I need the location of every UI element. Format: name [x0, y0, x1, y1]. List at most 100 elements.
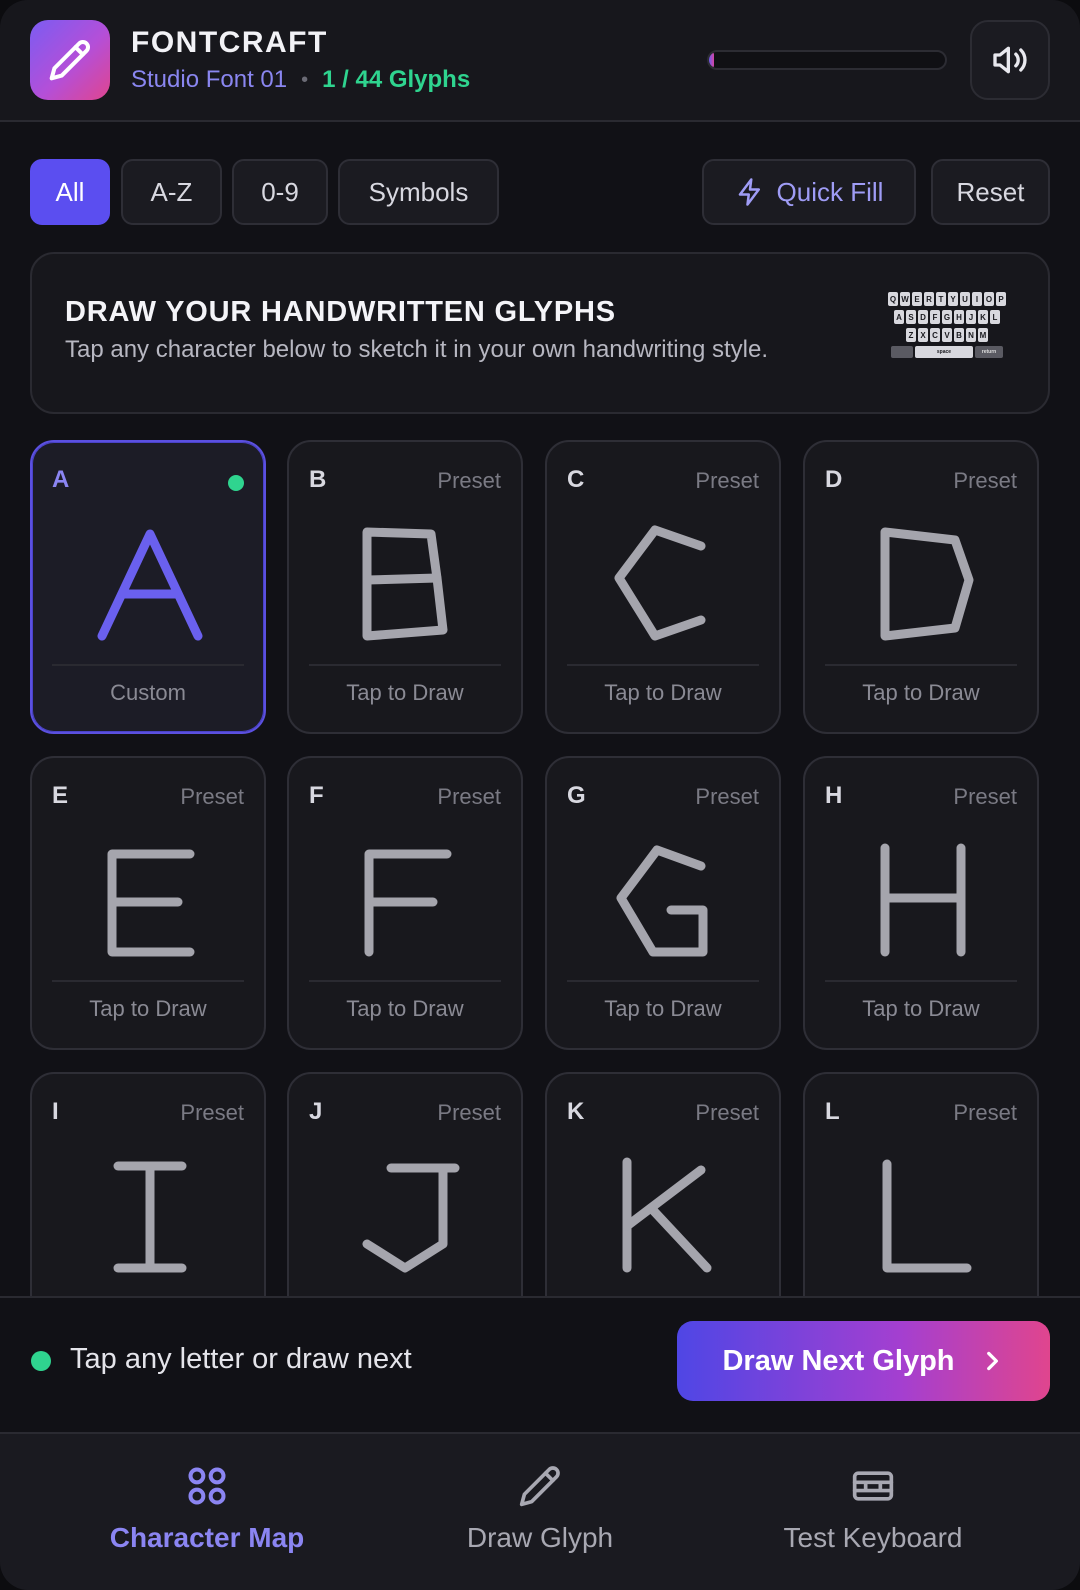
card-divider	[309, 980, 501, 982]
lightning-icon	[738, 178, 760, 206]
glyph-preview	[882, 1159, 972, 1273]
glyph-char-label: L	[825, 1098, 840, 1125]
filter-all[interactable]: All	[30, 159, 110, 225]
nav-draw-glyph[interactable]: Draw Glyph	[390, 1464, 690, 1554]
glyph-status: Preset	[695, 784, 759, 809]
draw-next-glyph-label: Draw Next Glyph	[722, 1344, 955, 1377]
glyph-card-footer: Tap to Draw	[862, 996, 980, 1021]
keyboard-key: C	[930, 328, 940, 342]
font-name[interactable]: Studio Font 01	[131, 66, 287, 94]
quick-fill-button[interactable]: Quick Fill	[702, 159, 916, 225]
keyboard-key: P	[996, 292, 1006, 306]
glyph-status: Preset	[695, 1100, 759, 1125]
keyboard-key: Z	[906, 328, 916, 342]
keyboard-key: X	[918, 328, 928, 342]
glyph-status: Preset	[437, 468, 501, 493]
keyboard-space-key: space	[915, 346, 973, 358]
keyboard-row: ASDFGHJKL	[886, 310, 1008, 324]
keyboard-key: K	[978, 310, 988, 324]
nav-character-map[interactable]: Character Map	[57, 1464, 357, 1554]
keyboard-key: O	[984, 292, 994, 306]
glyph-card-a[interactable]: A Custom	[30, 440, 266, 734]
sound-button[interactable]	[970, 20, 1050, 100]
keyboard-key: R	[924, 292, 934, 306]
glyph-char-label: G	[567, 782, 586, 809]
glyph-status: Preset	[953, 468, 1017, 493]
keyboard-row: QWERTYUIOP	[886, 292, 1008, 306]
keyboard-key: S	[906, 310, 916, 324]
card-divider	[825, 980, 1017, 982]
glyph-status: Preset	[180, 1100, 244, 1125]
glyph-card-footer: Tap to Draw	[346, 680, 464, 705]
keyboard-key: I	[972, 292, 982, 306]
card-divider	[825, 664, 1017, 666]
glyph-card-e[interactable]: E Preset Tap to Draw	[30, 756, 266, 1050]
filter-0-9[interactable]: 0-9	[232, 159, 328, 225]
glyph-card-footer: Tap to Draw	[89, 996, 207, 1021]
glyph-card-b[interactable]: B Preset Tap to Draw	[287, 440, 523, 734]
banner-title: DRAW YOUR HANDWRITTEN GLYPHS	[65, 296, 616, 328]
glyph-preview	[880, 527, 974, 641]
glyph-char-label: B	[309, 466, 327, 493]
nav-test-keyboard[interactable]: Test Keyboard	[723, 1464, 1023, 1554]
speaker-icon	[993, 46, 1027, 74]
glyph-status: Preset	[437, 1100, 501, 1125]
card-divider	[52, 980, 244, 982]
glyph-card-f[interactable]: F Preset Tap to Draw	[287, 756, 523, 1050]
nav-character-map-label: Character Map	[109, 1522, 305, 1553]
keyboard-key: J	[966, 310, 976, 324]
keyboard-icon	[852, 1471, 894, 1501]
glyph-card-i[interactable]: IPresetTap to Draw	[30, 1072, 266, 1296]
glyph-card-h[interactable]: H Preset Tap to Draw	[803, 756, 1039, 1050]
glyph-card-d[interactable]: D Preset Tap to Draw	[803, 440, 1039, 734]
app-title: FONTCRAFT	[131, 26, 328, 59]
keyboard-key: F	[930, 310, 940, 324]
keyboard-key: D	[918, 310, 928, 324]
keyboard-key: T	[936, 292, 946, 306]
keyboard-key	[891, 346, 913, 358]
glyph-card-g[interactable]: G Preset Tap to Draw	[545, 756, 781, 1050]
keyboard-row: ZXCVBNM	[886, 328, 1008, 342]
glyph-card-j[interactable]: JPresetTap to Draw	[287, 1072, 523, 1296]
glyph-preview	[107, 849, 195, 957]
glyph-card-l[interactable]: LPresetTap to Draw	[803, 1072, 1039, 1298]
glyph-char-label: D	[825, 466, 843, 493]
glyph-char-label: H	[825, 782, 843, 809]
filter-a-z[interactable]: A-Z	[121, 159, 222, 225]
pencil-icon	[519, 1466, 560, 1507]
glyph-preview	[616, 845, 708, 957]
keyboard-key: W	[900, 292, 910, 306]
reset-button[interactable]: Reset	[931, 159, 1050, 225]
banner-subtitle: Tap any character below to sketch it in …	[65, 336, 769, 363]
card-divider	[825, 1296, 1017, 1298]
keyboard-key: L	[990, 310, 1000, 324]
glyph-preview	[614, 525, 706, 641]
glyph-status: Preset	[695, 468, 759, 493]
draw-next-glyph-button[interactable]: Draw Next Glyph	[677, 1321, 1050, 1401]
keyboard-key: E	[912, 292, 922, 306]
glyph-char-label: K	[567, 1098, 585, 1125]
glyph-status: Preset	[437, 784, 501, 809]
glyph-char-label: A	[52, 466, 70, 493]
glyph-card-k[interactable]: KPresetTap to Draw	[545, 1072, 781, 1296]
progress-fill	[709, 52, 715, 68]
header-subline: Studio Font 01 • 1 / 44 Glyphs	[131, 66, 470, 94]
keyboard-key: N	[966, 328, 976, 342]
glyph-card-c[interactable]: C Preset Tap to Draw	[545, 440, 781, 734]
glyph-preview	[880, 843, 966, 957]
glyph-char-label: E	[52, 782, 69, 809]
glyph-preview	[364, 849, 452, 957]
card-divider	[567, 664, 759, 666]
card-divider	[52, 664, 244, 666]
glyph-card-footer: Tap to Draw	[862, 680, 980, 705]
keyboard-key: B	[954, 328, 964, 342]
glyph-preview	[362, 527, 448, 641]
glyph-status: Preset	[180, 784, 244, 809]
glyph-card-footer: Tap to Draw	[604, 996, 722, 1021]
filter-symbols[interactable]: Symbols	[338, 159, 499, 225]
chevron-right-icon	[986, 1351, 998, 1371]
glyph-status: Preset	[953, 1100, 1017, 1125]
nav-test-keyboard-label: Test Keyboard	[783, 1522, 963, 1553]
quick-fill-label: Quick Fill	[776, 176, 884, 207]
glyph-card-footer: Tap to Draw	[604, 680, 722, 705]
